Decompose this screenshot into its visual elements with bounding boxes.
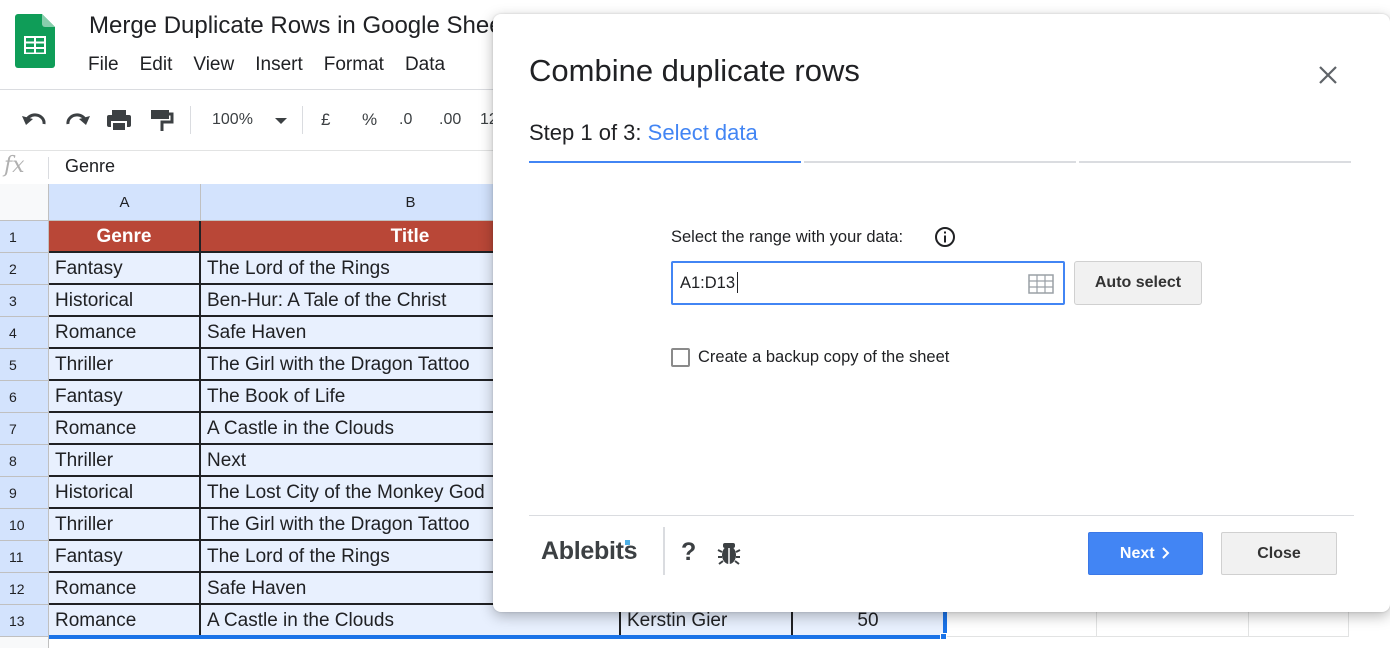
decrease-decimal-button[interactable]: .0 [399, 98, 412, 142]
cell-genre[interactable]: Romance [49, 317, 201, 349]
footer-separator [663, 527, 665, 575]
row-header[interactable]: 7 [0, 413, 49, 445]
row-header[interactable]: 11 [0, 541, 49, 573]
row-header[interactable]: 6 [0, 381, 49, 413]
row-header[interactable]: 8 [0, 445, 49, 477]
google-sheets-logo-icon[interactable] [15, 14, 55, 68]
ablebits-logo[interactable]: Ablebits [541, 537, 638, 566]
cell-genre[interactable]: Romance [49, 573, 201, 605]
cell-genre[interactable]: Romance [49, 605, 201, 637]
menu-bar: File Edit View Insert Format Data [88, 54, 466, 76]
chevron-down-icon[interactable] [274, 98, 288, 142]
logo-dot [625, 540, 630, 545]
currency-format-button[interactable]: £ [321, 98, 330, 142]
print-icon[interactable] [105, 98, 133, 142]
row-header[interactable]: 4 [0, 317, 49, 349]
step-progress-active [529, 161, 801, 163]
cell-genre[interactable]: Thriller [49, 509, 201, 541]
paint-format-icon[interactable] [148, 98, 174, 142]
redo-icon[interactable] [62, 98, 92, 142]
row-header[interactable]: 12 [0, 573, 49, 605]
row-header[interactable]: 3 [0, 285, 49, 317]
row-header[interactable]: 1 [0, 221, 49, 253]
chevron-right-icon [1162, 547, 1170, 559]
combine-duplicate-rows-dialog: Combine duplicate rows Step 1 of 3: Sele… [493, 14, 1390, 612]
menu-edit[interactable]: Edit [140, 54, 173, 76]
toolbar-divider [190, 106, 191, 134]
cell-genre[interactable]: Romance [49, 413, 201, 445]
auto-select-button[interactable]: Auto select [1074, 261, 1202, 305]
increase-decimal-button[interactable]: .00 [439, 98, 461, 142]
toolbar-divider [302, 106, 303, 134]
row-header[interactable]: 2 [0, 253, 49, 285]
info-icon[interactable] [934, 226, 956, 248]
cell-genre[interactable]: Thriller [49, 349, 201, 381]
undo-icon[interactable] [20, 98, 50, 142]
step-progress-pending [804, 161, 1076, 163]
step-progress-pending [1079, 161, 1351, 163]
step-counter: Step 1 of 3: [529, 120, 642, 145]
menu-insert[interactable]: Insert [255, 54, 303, 76]
cell-genre[interactable]: Historical [49, 477, 201, 509]
document-title[interactable]: Merge Duplicate Rows in Google Sheets [89, 12, 521, 40]
menu-file[interactable]: File [88, 54, 119, 76]
formula-input[interactable]: Genre [65, 156, 115, 177]
dialog-title: Combine duplicate rows [529, 53, 860, 88]
close-button[interactable]: Close [1221, 532, 1337, 575]
range-label: Select the range with your data: [671, 228, 904, 246]
fill-handle[interactable] [940, 633, 947, 640]
range-input[interactable]: A1:D13 [671, 261, 1065, 305]
row-header[interactable]: 9 [0, 477, 49, 509]
zoom-select[interactable]: 100% [212, 98, 253, 142]
bug-report-icon[interactable] [717, 540, 741, 566]
fx-icon: fx [4, 153, 25, 178]
cell-genre[interactable]: Fantasy [49, 541, 201, 573]
row-header[interactable]: 13 [0, 605, 49, 637]
percent-format-button[interactable]: % [362, 98, 377, 142]
menu-data[interactable]: Data [405, 54, 445, 76]
text-cursor [737, 272, 738, 293]
row-header[interactable]: 5 [0, 349, 49, 381]
row-header[interactable]: 10 [0, 509, 49, 541]
cell-genre[interactable]: Fantasy [49, 253, 201, 285]
select-all-corner[interactable] [0, 184, 49, 221]
step-name: Select data [647, 120, 758, 145]
next-button[interactable]: Next [1088, 532, 1203, 575]
close-icon[interactable] [1315, 62, 1341, 88]
toolbar: 100% £ % .0 .00 12 [0, 98, 500, 142]
select-range-grid-icon[interactable] [1028, 274, 1054, 294]
formula-bar-divider [48, 157, 49, 179]
column-header-a[interactable]: A [49, 184, 201, 221]
menu-format[interactable]: Format [324, 54, 384, 76]
menu-view[interactable]: View [193, 54, 234, 76]
footer-divider [529, 515, 1354, 516]
step-indicator: Step 1 of 3: Select data [529, 120, 758, 146]
backup-checkbox-label[interactable]: Create a backup copy of the sheet [698, 348, 949, 367]
help-icon[interactable]: ? [681, 538, 696, 567]
backup-checkbox[interactable] [671, 348, 690, 367]
cell-genre[interactable]: Historical [49, 285, 201, 317]
cell-genre[interactable]: Fantasy [49, 381, 201, 413]
cell-genre[interactable]: Thriller [49, 445, 201, 477]
row-header[interactable] [0, 637, 49, 648]
header-cell-genre[interactable]: Genre [49, 221, 201, 253]
